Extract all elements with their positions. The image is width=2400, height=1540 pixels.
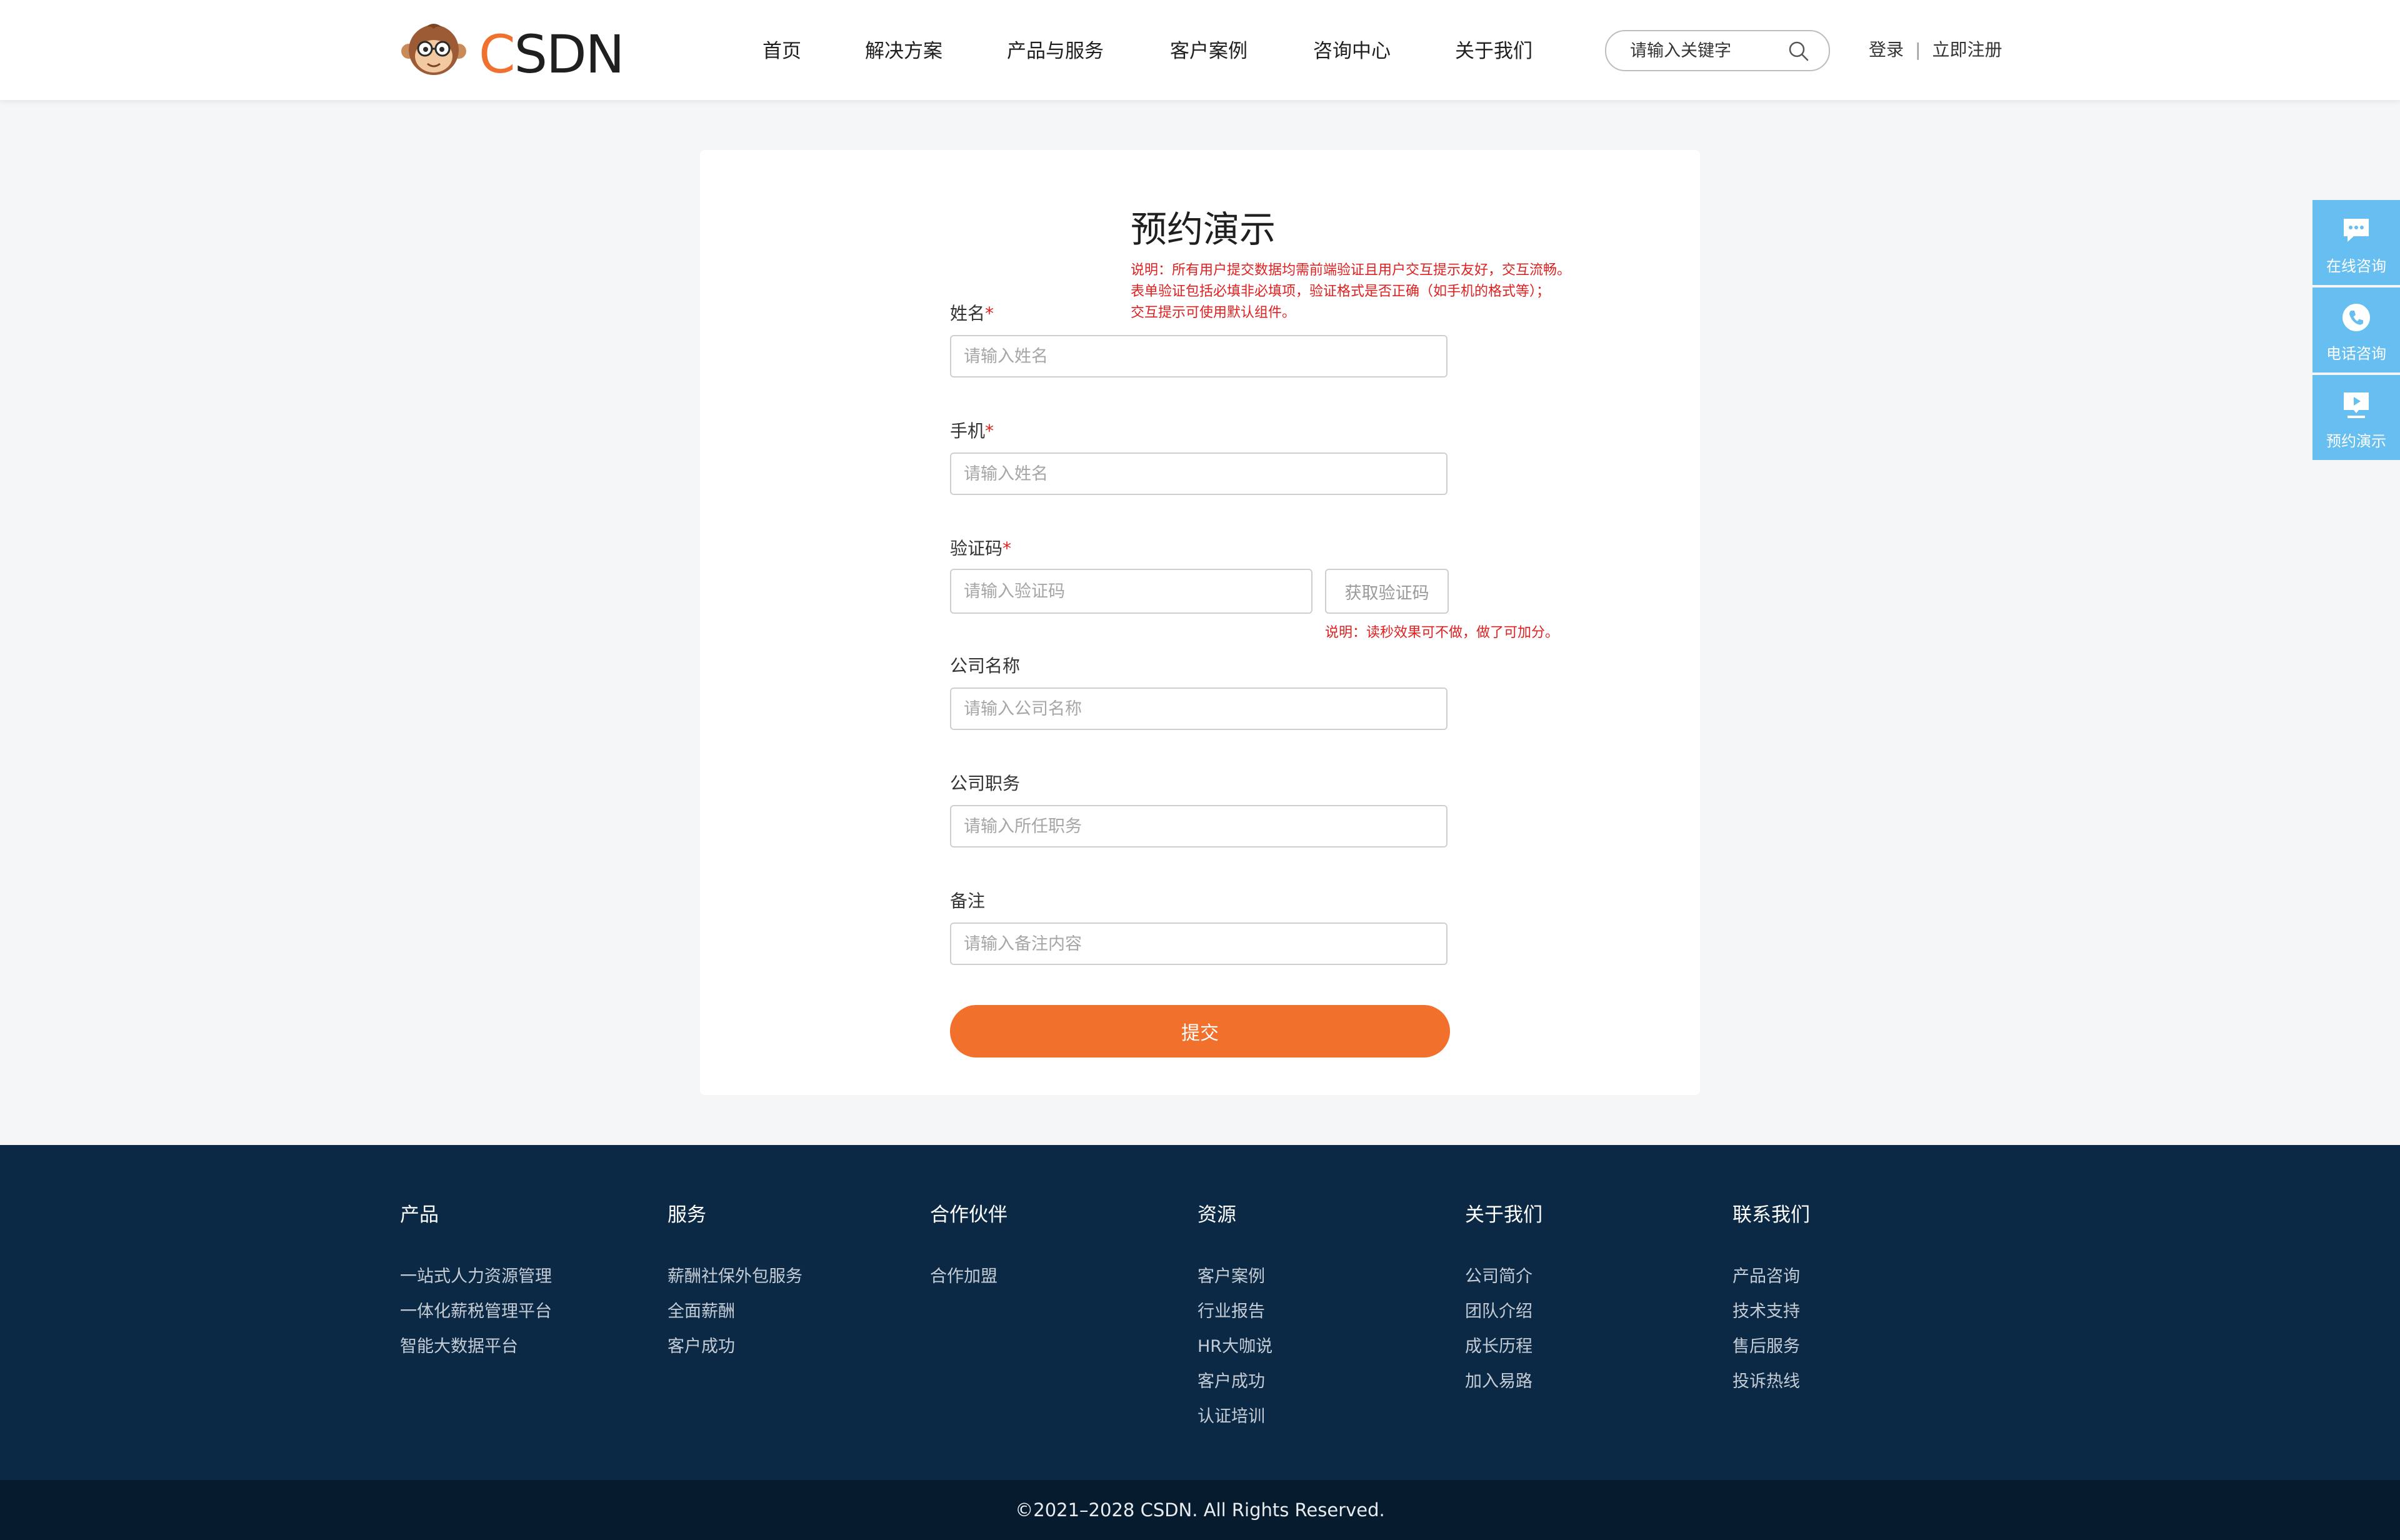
position-label: 公司职务	[950, 773, 1021, 794]
validation-note-line: 表单验证包括必填非必填项，验证格式是否正确（如手机的格式等）；	[1131, 284, 1551, 299]
footer-link[interactable]: HR大咖说	[1198, 1329, 1448, 1364]
footer-link[interactable]: 行业报告	[1198, 1294, 1448, 1329]
footer-column-title: 合作伙伴	[930, 1204, 1008, 1226]
footer-column-resources: 资源 客户案例 行业报告 HR大咖说 客户成功 认证培训	[1198, 1199, 1448, 1434]
float-label: 预约演示	[2326, 432, 2386, 450]
position-input[interactable]	[950, 805, 1448, 848]
validation-note-line: 说明：所有用户提交数据均需前端验证且用户交互提示友好，交互流畅。	[1131, 262, 1571, 278]
site-footer: 产品 一站式人力资源管理 一体化薪税管理平台 智能大数据平台 服务 薪酬社保外包…	[0, 1145, 2400, 1480]
footer-link[interactable]: 产品咨询	[1732, 1259, 1982, 1294]
phone-input[interactable]	[950, 452, 1448, 495]
company-label: 公司名称	[950, 656, 1021, 676]
name-label-text: 姓名	[950, 303, 986, 324]
name-label: 姓名*	[950, 300, 994, 325]
footer-column-title: 资源	[1198, 1204, 1236, 1226]
footer-link[interactable]: 一体化薪税管理平台	[400, 1294, 650, 1329]
footer-link[interactable]: 技术支持	[1732, 1294, 1982, 1329]
float-label: 在线咨询	[2326, 258, 2386, 275]
footer-link[interactable]: 智能大数据平台	[400, 1329, 650, 1364]
required-mark: *	[985, 421, 994, 441]
footer-link[interactable]: 一站式人力资源管理	[400, 1259, 650, 1294]
footer-column-services: 服务 薪酬社保外包服务 全面薪酬 客户成功	[668, 1199, 918, 1364]
footer-link[interactable]: 团队介绍	[1465, 1294, 1715, 1329]
float-phone-consult[interactable]: 电话咨询	[2312, 288, 2400, 372]
float-book-demo[interactable]: 预约演示	[2312, 375, 2400, 460]
phone-label-text: 手机	[950, 421, 986, 441]
footer-column-partners: 合作伙伴 合作加盟	[930, 1199, 1180, 1294]
nav-item-cases[interactable]: 客户案例	[1170, 35, 1248, 63]
footer-column-title: 服务	[668, 1204, 706, 1226]
float-online-consult[interactable]: 在线咨询	[2312, 200, 2400, 285]
name-input[interactable]	[950, 335, 1448, 378]
footer-link[interactable]: 薪酬社保外包服务	[668, 1259, 918, 1294]
footer-link[interactable]: 客户成功	[1198, 1364, 1448, 1399]
footer-link[interactable]: 投诉热线	[1732, 1364, 1982, 1399]
footer-link[interactable]: 客户案例	[1198, 1259, 1448, 1294]
code-note: 说明：读秒效果可不做，做了可加分。	[1325, 625, 1559, 641]
float-label: 电话咨询	[2326, 345, 2386, 362]
search-icon[interactable]	[1788, 40, 1810, 62]
code-label: 验证码*	[950, 535, 1011, 560]
copyright-bar: ©2021–2028 CSDN. All Rights Reserved.	[0, 1480, 2400, 1540]
auth-separator: |	[1915, 39, 1921, 60]
register-link[interactable]: 立即注册	[1932, 39, 2002, 60]
search-input[interactable]	[1629, 38, 1788, 64]
required-mark: *	[985, 303, 994, 324]
phone-label: 手机*	[950, 418, 994, 442]
footer-link[interactable]: 全面薪酬	[668, 1294, 918, 1329]
search-box	[1605, 30, 1830, 71]
remark-input[interactable]	[950, 922, 1448, 965]
logo-wordmark: CSDN	[479, 24, 624, 85]
footer-column-title: 产品	[400, 1204, 439, 1226]
get-code-button[interactable]: 获取验证码	[1325, 569, 1449, 614]
top-header: CSDN 首页 解决方案 产品与服务 客户案例 咨询中心 关于我们 登录 | 立即注…	[0, 0, 2400, 100]
footer-link[interactable]: 成长历程	[1465, 1329, 1715, 1364]
code-label-text: 验证码	[950, 538, 1003, 559]
nav-item-consult[interactable]: 咨询中心	[1313, 35, 1391, 63]
nav-item-about[interactable]: 关于我们	[1455, 35, 1532, 63]
footer-column-title: 联系我们	[1732, 1204, 1810, 1226]
footer-link[interactable]: 客户成功	[668, 1329, 918, 1364]
footer-link[interactable]: 售后服务	[1732, 1329, 1982, 1364]
footer-link[interactable]: 加入易路	[1465, 1364, 1715, 1399]
company-input[interactable]	[950, 688, 1448, 730]
verification-code-input[interactable]	[950, 569, 1312, 614]
monkey-logo-icon	[401, 24, 466, 75]
footer-column-about: 关于我们 公司简介 团队介绍 成长历程 加入易路	[1465, 1199, 1715, 1399]
footer-column-title: 关于我们	[1465, 1204, 1542, 1226]
login-link[interactable]: 登录	[1869, 39, 1904, 60]
phone-icon	[2342, 304, 2370, 331]
demo-form-card: 预约演示 说明：所有用户提交数据均需前端验证且用户交互提示友好，交互流畅。 表单…	[700, 150, 1700, 1095]
validation-note: 说明：所有用户提交数据均需前端验证且用户交互提示友好，交互流畅。 表单验证包括必…	[1131, 260, 1571, 324]
footer-link[interactable]: 合作加盟	[930, 1259, 1180, 1294]
page-title: 预约演示	[1131, 208, 1276, 251]
footer-link[interactable]: 认证培训	[1198, 1399, 1448, 1434]
csdn-logo[interactable]: CSDN	[400, 20, 624, 85]
required-mark: *	[1002, 538, 1012, 559]
presentation-icon	[2344, 392, 2369, 418]
footer-link[interactable]: 公司简介	[1465, 1259, 1715, 1294]
chat-icon	[2344, 219, 2369, 242]
footer-column-contact: 联系我们 产品咨询 技术支持 售后服务 投诉热线	[1732, 1199, 1982, 1399]
footer-column-products: 产品 一站式人力资源管理 一体化薪税管理平台 智能大数据平台	[400, 1199, 650, 1364]
nav-item-products[interactable]: 产品与服务	[1007, 35, 1104, 63]
nav-item-home[interactable]: 首页	[762, 35, 801, 63]
nav-item-solutions[interactable]: 解决方案	[865, 35, 942, 63]
submit-button[interactable]: 提交	[950, 1005, 1450, 1058]
remark-label: 备注	[950, 891, 986, 911]
validation-note-line: 交互提示可使用默认组件。	[1131, 305, 1296, 321]
auth-links: 登录 | 立即注册	[1869, 36, 2002, 61]
